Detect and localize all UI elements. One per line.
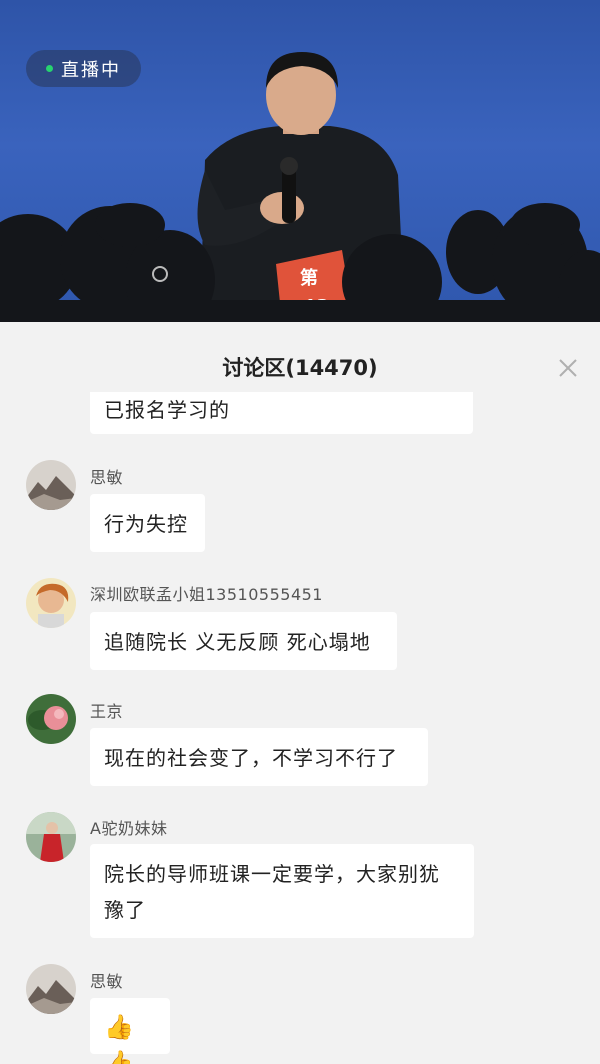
message-bubble: 👍👍	[90, 998, 170, 1064]
avatar[interactable]	[26, 694, 76, 744]
live-dot-icon	[46, 65, 53, 72]
avatar[interactable]	[26, 812, 76, 862]
video-scene: 第 13	[0, 52, 600, 322]
live-badge-label: 直播中	[61, 59, 121, 81]
message-bubble: 追随院长 义无反顾 死心塌地	[90, 612, 397, 670]
message-text: 现在的社会变了，不学习不行了	[104, 746, 398, 770]
close-icon	[559, 359, 577, 377]
message-author: 王京	[90, 702, 124, 721]
message-text: 已报名学习的	[104, 398, 230, 422]
message-text: 行为失控	[104, 512, 188, 536]
discussion-title: 讨论区(14470)	[222, 356, 378, 380]
avatar[interactable]	[26, 460, 76, 510]
message-bubble: 现在的社会变了，不学习不行了	[90, 728, 428, 786]
message-author: 思敏	[90, 468, 124, 487]
close-button[interactable]	[554, 354, 582, 382]
stand-number-top: 第	[300, 267, 318, 289]
live-badge: 直播中	[26, 50, 141, 87]
message-text: 追随院长 义无反顾 死心塌地	[104, 630, 371, 654]
live-video[interactable]: 第 13 直播中	[0, 0, 600, 322]
message-bubble: 行为失控	[90, 494, 205, 552]
message-author: A驼奶妹妹	[90, 819, 168, 838]
message-bubble: 院长的导师班课一定要学，大家别犹豫了	[90, 844, 474, 938]
thumbs-up-icon: 👍👍	[104, 1013, 135, 1064]
discussion-panel[interactable]: 已报名学习的 思敏 行为失控 深圳欧联孟小姐13510555451 追随院长 义…	[0, 322, 600, 1064]
avatar[interactable]	[26, 578, 76, 628]
avatar[interactable]	[26, 964, 76, 1014]
message-text: 院长的导师班课一定要学，大家别犹豫了	[104, 862, 440, 922]
message-author: 深圳欧联孟小姐13510555451	[90, 585, 323, 604]
message-author: 思敏	[90, 972, 124, 991]
discussion-header: 讨论区(14470)	[0, 322, 600, 392]
